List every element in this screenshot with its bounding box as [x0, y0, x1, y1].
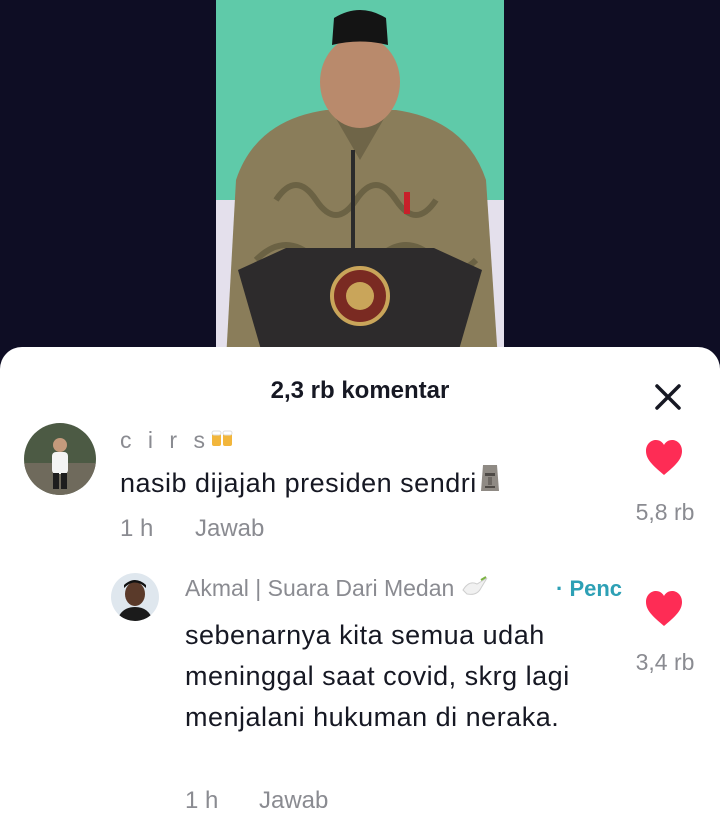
heart-icon — [646, 440, 682, 475]
video-player[interactable] — [216, 0, 504, 360]
beer-mugs-emoji — [210, 428, 234, 456]
reply-tag[interactable]: · Penc — [556, 576, 626, 602]
dove-emoji — [461, 576, 489, 604]
reply-button[interactable]: Jawab — [259, 787, 328, 815]
comment-timestamp: 1 h — [120, 515, 154, 542]
avatar-image — [24, 423, 96, 495]
like-button[interactable] — [644, 439, 684, 477]
like-count: 5,8 rb — [635, 499, 695, 525]
reply-commenter-avatar[interactable] — [111, 573, 159, 621]
moai-emoji — [477, 463, 503, 507]
avatar-image — [111, 573, 159, 621]
heart-icon — [646, 591, 682, 626]
comments-count-title: 2,3 rb komentar — [270, 377, 450, 404]
reply-username[interactable]: Akmal | Suara Dari Medan — [185, 575, 489, 604]
close-icon — [655, 384, 681, 410]
commenter-avatar[interactable] — [24, 423, 96, 495]
comments-sheet: 2,3 rb komentar c i r s nasib dijajah pr… — [0, 347, 720, 833]
reply-button[interactable]: Jawab — [195, 515, 264, 543]
video-frame-image — [216, 0, 504, 360]
like-button[interactable] — [644, 590, 684, 628]
comment-text: nasib dijajah presiden sendri — [120, 463, 503, 507]
close-button[interactable] — [650, 379, 686, 415]
like-count: 3,4 rb — [635, 649, 695, 675]
reply-timestamp: 1 h — [185, 787, 219, 814]
comment-text-content: nasib dijajah presiden sendri — [120, 468, 477, 499]
comment-username[interactable]: c i r s — [120, 427, 234, 456]
username-text: Akmal | Suara Dari Medan — [185, 575, 455, 601]
reply-text: sebenarnya kita semua udah meninggal saa… — [185, 620, 570, 732]
username-text: c i r s — [120, 427, 210, 453]
